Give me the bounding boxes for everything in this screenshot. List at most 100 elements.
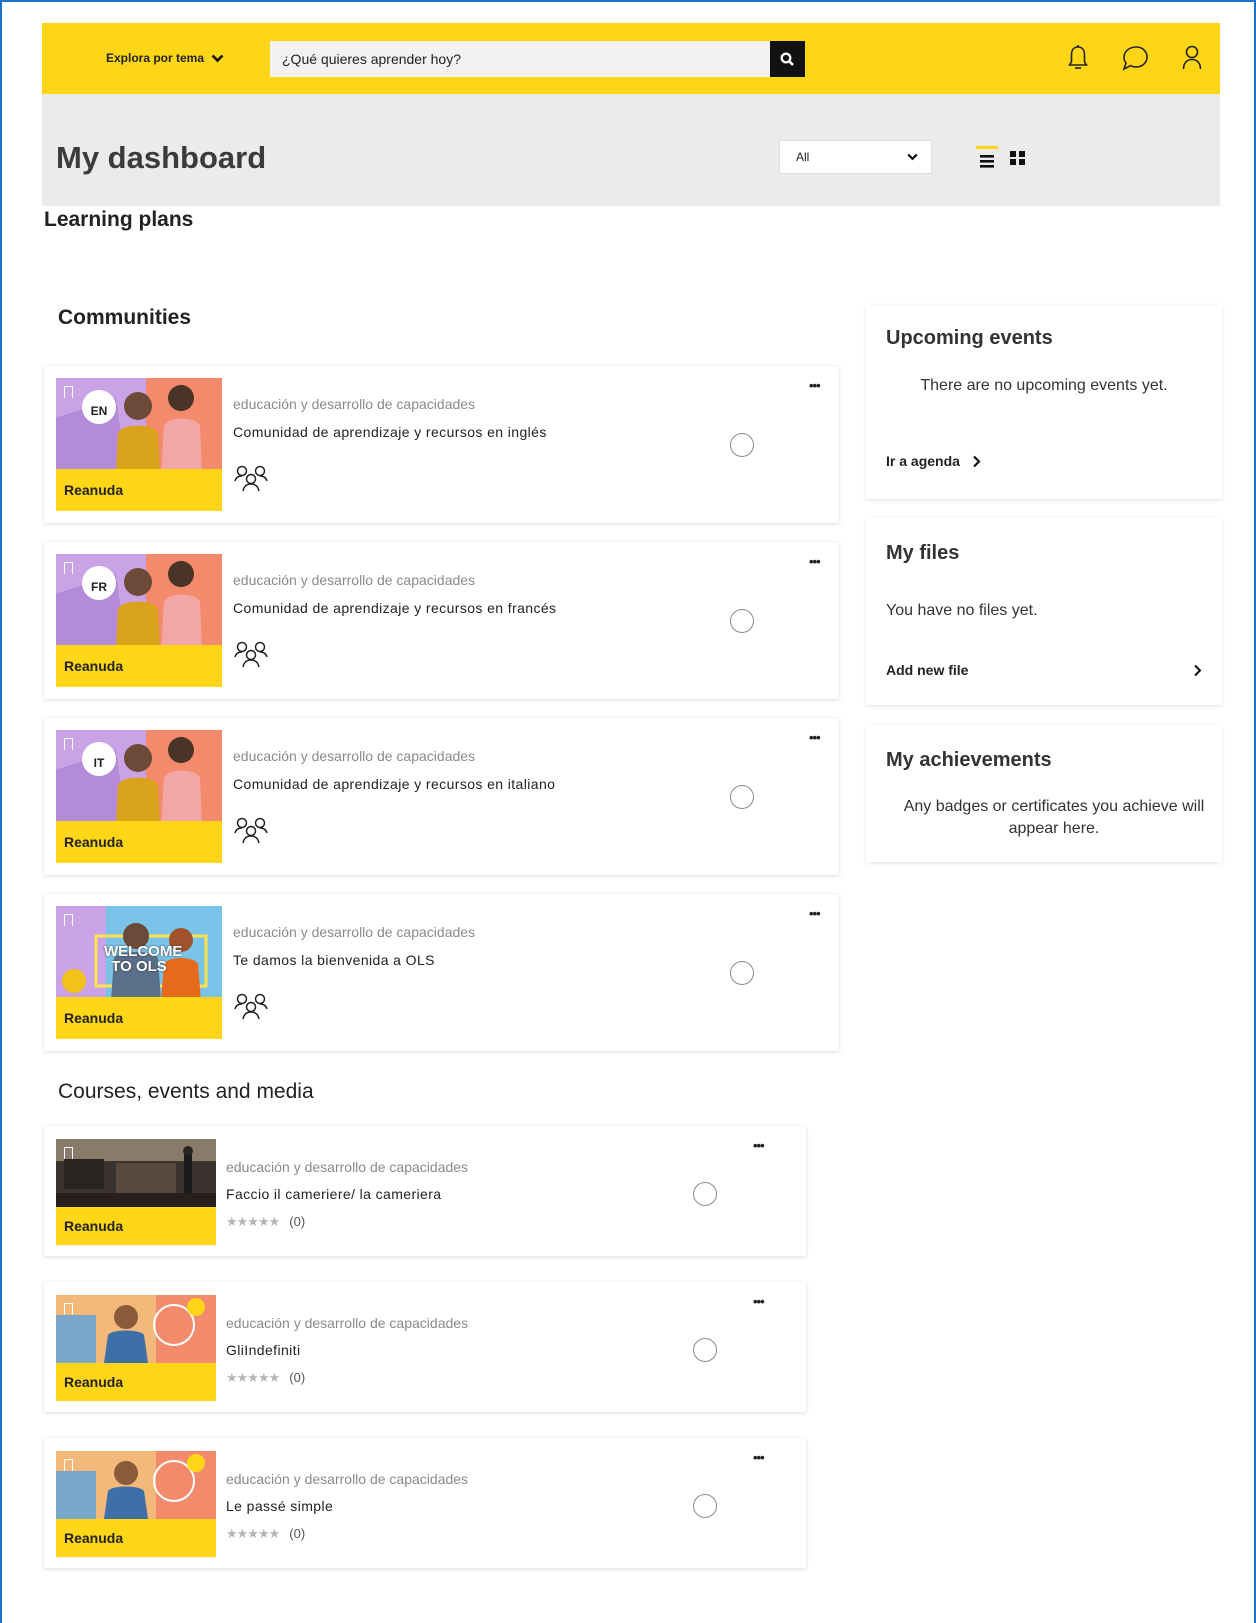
- completion-radio[interactable]: [730, 785, 754, 809]
- search-bar: [270, 41, 805, 77]
- course-thumbnail-image: [56, 1451, 216, 1519]
- chevron-down-icon: [211, 54, 224, 62]
- resume-button[interactable]: Reanuda: [56, 1207, 216, 1245]
- rating-count: (0): [289, 1526, 306, 1541]
- resume-button[interactable]: Reanuda: [56, 645, 222, 687]
- more-options-button[interactable]: •••: [809, 730, 821, 745]
- more-options-button[interactable]: •••: [809, 906, 821, 921]
- my-achievements-widget: My achievements Any badges or certificat…: [866, 725, 1222, 862]
- upcoming-events-widget: Upcoming events There are no upcoming ev…: [866, 305, 1222, 499]
- card-title[interactable]: Comunidad de aprendizaje y recursos en i…: [233, 424, 547, 440]
- top-navigation-bar: Explora por tema: [42, 23, 1220, 94]
- resume-button[interactable]: Reanuda: [56, 1519, 216, 1557]
- community-thumbnail-image: [56, 730, 222, 825]
- more-options-button[interactable]: •••: [753, 1450, 765, 1465]
- card-thumbnail[interactable]: Reanuda: [56, 1295, 216, 1401]
- messages-button[interactable]: [1106, 40, 1163, 76]
- user-icon: [1182, 45, 1201, 70]
- grid-view-button[interactable]: [1009, 149, 1027, 167]
- list-view-button[interactable]: [976, 146, 998, 172]
- star-rating[interactable]: ★★★★★ (0): [226, 1370, 305, 1386]
- community-card: FR Reanuda educación y desarrollo de cap…: [44, 542, 839, 699]
- profile-button[interactable]: [1163, 40, 1220, 76]
- card-title[interactable]: Faccio il cameriere/ la cameriera: [226, 1186, 441, 1202]
- widget-title: My files: [886, 542, 960, 564]
- chevron-right-icon: [1194, 664, 1202, 676]
- resume-button[interactable]: Reanuda: [56, 821, 222, 863]
- card-thumbnail[interactable]: Reanuda: [56, 1139, 216, 1245]
- agenda-link[interactable]: Ir a agenda: [886, 453, 981, 469]
- more-options-button[interactable]: •••: [809, 554, 821, 569]
- add-file-link[interactable]: Add new file: [886, 662, 1202, 678]
- stars-icon: ★★★★★: [226, 1526, 280, 1541]
- bell-icon: [1067, 45, 1088, 69]
- explore-topics-menu[interactable]: Explora por tema: [106, 51, 224, 65]
- card-thumbnail[interactable]: IT Reanuda: [56, 730, 222, 863]
- language-badge: FR: [82, 566, 116, 600]
- search-input[interactable]: [270, 41, 770, 77]
- resume-button[interactable]: Reanuda: [56, 997, 222, 1039]
- course-thumbnail-image: [56, 1295, 216, 1363]
- completion-radio[interactable]: [730, 433, 754, 457]
- add-file-label: Add new file: [886, 662, 969, 678]
- card-title[interactable]: Te damos la bienvenida a OLS: [233, 952, 435, 968]
- card-title[interactable]: GliIndefiniti: [226, 1342, 300, 1358]
- thumbnail-caption: WELCOME TO OLS: [104, 943, 183, 975]
- course-card: Reanuda educación y desarrollo de capaci…: [44, 1126, 806, 1256]
- community-people-icon: [234, 465, 268, 492]
- card-category: educación y desarrollo de capacidades: [233, 924, 476, 940]
- card-category: educación y desarrollo de capacidades: [226, 1471, 469, 1487]
- card-thumbnail[interactable]: WELCOME TO OLS Reanuda: [56, 906, 222, 1039]
- header-actions: [1049, 40, 1220, 76]
- bookmark-icon[interactable]: [64, 1303, 73, 1315]
- more-options-button[interactable]: •••: [809, 378, 821, 393]
- card-thumbnail[interactable]: Reanuda: [56, 1451, 216, 1557]
- bookmark-icon[interactable]: [64, 738, 73, 750]
- my-files-widget: My files You have no files yet. Add new …: [866, 518, 1222, 705]
- course-card: Reanuda educación y desarrollo de capaci…: [44, 1282, 806, 1412]
- search-icon: [780, 52, 794, 66]
- search-button[interactable]: [770, 41, 805, 77]
- card-category: educación y desarrollo de capacidades: [233, 748, 476, 764]
- more-options-button[interactable]: •••: [753, 1294, 765, 1309]
- bookmark-icon[interactable]: [64, 386, 73, 398]
- resume-button[interactable]: Reanuda: [56, 1363, 216, 1401]
- chevron-down-icon: [907, 153, 918, 161]
- card-title[interactable]: Comunidad de aprendizaje y recursos en f…: [233, 600, 556, 616]
- grid-view-icon: [1010, 151, 1025, 165]
- completion-radio[interactable]: [730, 961, 754, 985]
- course-card: Reanuda educación y desarrollo de capaci…: [44, 1438, 806, 1568]
- explore-topics-label: Explora por tema: [106, 51, 205, 65]
- card-thumbnail[interactable]: EN Reanuda: [56, 378, 222, 511]
- star-rating[interactable]: ★★★★★ (0): [226, 1214, 305, 1230]
- resume-button[interactable]: Reanuda: [56, 469, 222, 511]
- stars-icon: ★★★★★: [226, 1214, 280, 1229]
- card-category: educación y desarrollo de capacidades: [226, 1315, 469, 1331]
- bookmark-icon[interactable]: [64, 1459, 73, 1471]
- bookmark-icon[interactable]: [64, 562, 73, 574]
- language-badge: IT: [82, 742, 116, 776]
- completion-radio[interactable]: [693, 1182, 717, 1206]
- rating-count: (0): [289, 1214, 306, 1229]
- community-people-icon: [234, 641, 268, 668]
- bookmark-icon[interactable]: [64, 1147, 73, 1159]
- card-title[interactable]: Comunidad de aprendizaje y recursos en i…: [233, 776, 555, 792]
- community-thumbnail-image: [56, 554, 222, 649]
- filter-dropdown[interactable]: All: [779, 140, 932, 174]
- stars-icon: ★★★★★: [226, 1370, 280, 1385]
- completion-radio[interactable]: [693, 1338, 717, 1362]
- chevron-right-icon: [973, 455, 981, 467]
- more-options-button[interactable]: •••: [753, 1138, 765, 1153]
- bookmark-icon[interactable]: [64, 914, 73, 926]
- list-view-icon: [980, 155, 994, 168]
- community-people-icon: [234, 993, 268, 1020]
- completion-radio[interactable]: [693, 1494, 717, 1518]
- empty-state-text: You have no files yet.: [886, 602, 1038, 619]
- card-title[interactable]: Le passé simple: [226, 1498, 333, 1514]
- completion-radio[interactable]: [730, 609, 754, 633]
- notifications-button[interactable]: [1049, 40, 1106, 76]
- dashboard-header: My dashboard All: [42, 94, 1220, 206]
- community-people-icon: [234, 817, 268, 844]
- star-rating[interactable]: ★★★★★ (0): [226, 1526, 305, 1542]
- card-thumbnail[interactable]: FR Reanuda: [56, 554, 222, 687]
